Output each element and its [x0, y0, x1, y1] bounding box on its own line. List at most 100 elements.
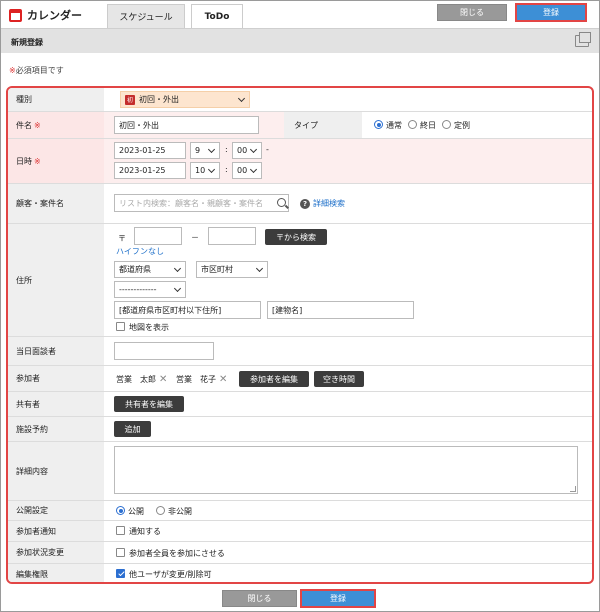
- participants-label: 参加者: [8, 366, 104, 391]
- remove-icon[interactable]: ✕: [219, 374, 227, 385]
- category-value: 初回・外出: [139, 95, 179, 104]
- datetime-label: 日時 ※: [8, 139, 104, 183]
- type-label: タイプ: [294, 121, 318, 130]
- customer-search-input[interactable]: リスト内検索：顧客名・親顧客・案件名: [114, 194, 289, 212]
- app-title: カレンダー: [9, 7, 82, 23]
- required-mark: ※: [9, 66, 16, 75]
- type-radio-recurring[interactable]: 定例: [442, 120, 470, 131]
- add-facility-button[interactable]: 追加: [114, 421, 151, 437]
- row-category: 種別 初 初回・外出: [8, 88, 592, 112]
- checkbox-icon: [116, 322, 125, 331]
- customer-label: 顧客・案件名: [8, 184, 104, 223]
- row-subject: 件名 ※ 初回・外出 タイプ 通常 終日 定例: [8, 112, 592, 139]
- row-address: 住所 〒 － 〒から検索 ハイフンなし 都道府県 市区町村 ----------…: [8, 224, 592, 337]
- row-sharers: 共有者 共有者を編集: [8, 392, 592, 417]
- row-notify: 参加者通知 通知する: [8, 521, 592, 542]
- chevron-down-icon: [249, 165, 258, 174]
- radio-icon: [374, 120, 383, 129]
- chevron-down-icon: [255, 264, 264, 273]
- subject-input[interactable]: 初回・外出: [114, 116, 259, 134]
- notify-label: 参加者通知: [8, 521, 104, 541]
- end-minute-select[interactable]: 00: [232, 162, 262, 179]
- radio-icon: [442, 120, 451, 129]
- hyphen-note: ハイフンなし: [116, 247, 164, 256]
- required-note: ※必須項目です: [9, 65, 64, 76]
- subject-label: 件名 ※: [8, 112, 104, 138]
- row-edit-permission: 編集権限 他ユーザが変更/削除可: [8, 564, 592, 582]
- category-select[interactable]: 初 初回・外出: [120, 91, 250, 108]
- contact-label: 当日面談者: [8, 337, 104, 365]
- chevron-down-icon: [237, 94, 246, 103]
- city-select[interactable]: 市区町村: [196, 261, 268, 278]
- radio-icon: [408, 120, 417, 129]
- submit-button-bottom[interactable]: 登録: [300, 589, 376, 608]
- district-select[interactable]: -------------: [114, 281, 186, 298]
- schedule-form: 種別 初 初回・外出 件名 ※ 初回・外出 タイプ 通常 終日 定例 日時 ※ 20…: [6, 86, 594, 584]
- postal-code-1-input[interactable]: [134, 227, 182, 245]
- tab-schedule[interactable]: スケジュール: [107, 4, 185, 28]
- start-minute-select[interactable]: 00: [232, 142, 262, 159]
- checkbox-icon: [116, 548, 125, 557]
- postal-dash: －: [191, 233, 199, 242]
- row-facility: 施設予約 追加: [8, 417, 592, 442]
- section-header: 新規登録: [1, 28, 599, 53]
- edit-sharers-button[interactable]: 共有者を編集: [114, 396, 184, 412]
- end-date-input[interactable]: 2023-01-25: [114, 162, 186, 179]
- contact-input[interactable]: [114, 342, 214, 360]
- range-dash: -: [266, 145, 269, 154]
- copy-window-icon[interactable]: [575, 32, 591, 47]
- section-title: 新規登録: [11, 38, 43, 47]
- chevron-down-icon: [207, 165, 216, 174]
- chevron-down-icon: [249, 145, 258, 154]
- show-map-checkbox[interactable]: 地図を表示: [116, 322, 169, 333]
- status-change-checkbox[interactable]: 参加者全員を参加にさせる: [116, 548, 225, 559]
- app-title-text: カレンダー: [27, 9, 82, 22]
- search-icon[interactable]: [277, 198, 286, 207]
- type-radio-normal[interactable]: 通常: [374, 120, 402, 131]
- row-customer: 顧客・案件名 リスト内検索：顧客名・親顧客・案件名 ? 詳細検索: [8, 184, 592, 224]
- edit-participants-button[interactable]: 参加者を編集: [239, 371, 309, 387]
- checkbox-icon: [116, 526, 125, 535]
- end-hour-select[interactable]: 10: [190, 162, 220, 179]
- row-participants: 参加者 営業 太郎 ✕ 営業 花子 ✕ 参加者を編集 空き時間: [8, 366, 592, 392]
- row-visibility: 公開設定 公開 非公開: [8, 501, 592, 521]
- detail-search-link[interactable]: ? 詳細検索: [300, 198, 345, 209]
- category-label: 種別: [8, 88, 104, 111]
- start-date-input[interactable]: 2023-01-25: [114, 142, 186, 159]
- visibility-radio-private[interactable]: 非公開: [156, 506, 192, 517]
- close-button-top[interactable]: 閉じる: [437, 4, 507, 21]
- category-type-icon: 初: [125, 94, 135, 105]
- building-name-input[interactable]: [建物名]: [267, 301, 414, 319]
- chevron-down-icon: [173, 264, 182, 273]
- row-status-change: 参加状況変更 参加者全員を参加にさせる: [8, 542, 592, 564]
- row-datetime: 日時 ※ 2023-01-25 9 : 00 - 2023-01-25 10 : …: [8, 139, 592, 184]
- visibility-label: 公開設定: [8, 501, 104, 520]
- edit-permission-checkbox[interactable]: 他ユーザが変更/削除可: [116, 569, 212, 580]
- remove-icon[interactable]: ✕: [159, 374, 167, 385]
- tab-todo[interactable]: ToDo: [191, 4, 243, 28]
- postal-mark: 〒: [118, 234, 126, 243]
- visibility-radio-public[interactable]: 公開: [116, 506, 144, 517]
- participant-chip: 営業 花子 ✕: [176, 374, 228, 385]
- details-textarea[interactable]: [114, 446, 578, 494]
- close-button-bottom[interactable]: 閉じる: [222, 590, 297, 607]
- status-change-label: 参加状況変更: [8, 542, 104, 563]
- type-radio-allday[interactable]: 終日: [408, 120, 436, 131]
- calendar-icon: [9, 8, 22, 22]
- row-details: 詳細内容: [8, 442, 592, 501]
- row-contact: 当日面談者: [8, 337, 592, 366]
- postal-search-button[interactable]: 〒から検索: [265, 229, 327, 245]
- notify-checkbox[interactable]: 通知する: [116, 526, 161, 537]
- details-label: 詳細内容: [8, 442, 104, 500]
- start-hour-select[interactable]: 9: [190, 142, 220, 159]
- free-time-button[interactable]: 空き時間: [314, 371, 364, 387]
- street-address-input[interactable]: [都道府県市区町村以下住所]: [114, 301, 261, 319]
- facility-label: 施設予約: [8, 417, 104, 441]
- address-label: 住所: [8, 224, 104, 336]
- postal-code-2-input[interactable]: [208, 227, 256, 245]
- edit-permission-label: 編集権限: [8, 564, 104, 582]
- prefecture-select[interactable]: 都道府県: [114, 261, 186, 278]
- help-icon: ?: [300, 199, 310, 209]
- submit-button-top[interactable]: 登録: [515, 3, 587, 22]
- participant-chip: 営業 太郎 ✕: [116, 374, 168, 385]
